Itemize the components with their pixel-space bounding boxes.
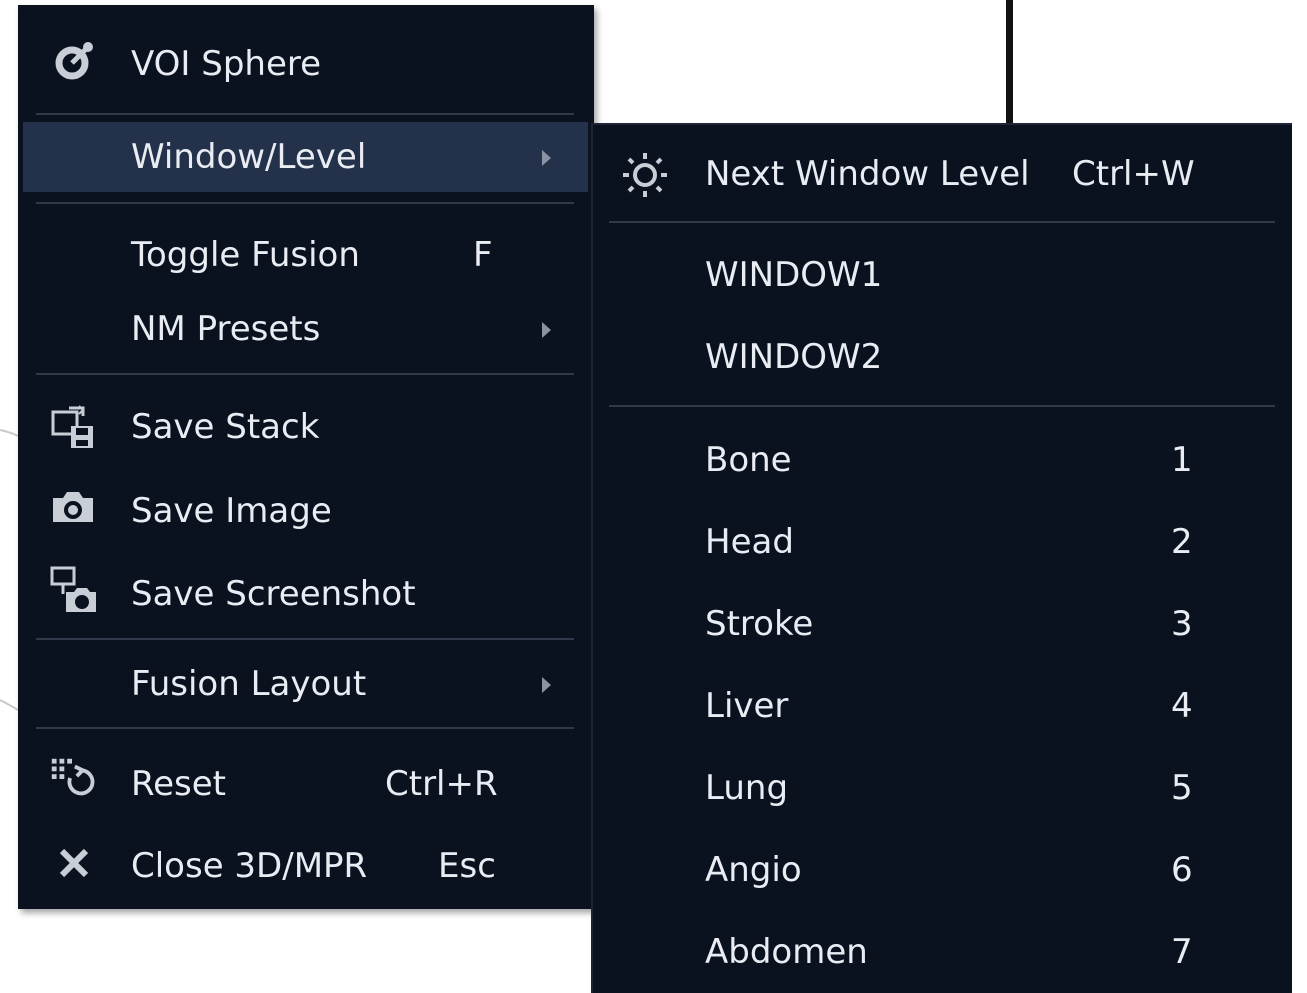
- menu-item-shortcut: F: [473, 235, 493, 275]
- menu-item-shortcut: 4: [1171, 686, 1193, 726]
- brightness-icon: [619, 149, 671, 201]
- screenshot-icon: [48, 564, 100, 616]
- menu-item-nm-presets[interactable]: NM Presets: [18, 297, 594, 361]
- menu-item-label: Head: [705, 522, 794, 562]
- menu-item-label: Abdomen: [705, 932, 868, 972]
- menu-item-voi-sphere[interactable]: VOI Sphere: [18, 35, 594, 95]
- menu-item-shortcut: 1: [1171, 440, 1193, 480]
- menu-item-label: Close 3D/MPR: [131, 846, 368, 886]
- menu-item-toggle-fusion[interactable]: Toggle Fusion F: [18, 223, 594, 287]
- camera-icon: [48, 481, 100, 533]
- menu-item-label: Bone: [705, 440, 792, 480]
- menu-item-label: VOI Sphere: [131, 44, 322, 84]
- menu-item-lung[interactable]: Lung 5: [593, 755, 1292, 819]
- menu-item-stroke[interactable]: Stroke 3: [593, 591, 1292, 655]
- menu-separator: [36, 113, 574, 115]
- menu-item-save-screenshot[interactable]: Save Screenshot: [18, 560, 594, 624]
- menu-item-bone[interactable]: Bone 1: [593, 427, 1292, 491]
- menu-separator: [609, 221, 1275, 223]
- menu-item-angio[interactable]: Angio 6: [593, 837, 1292, 901]
- menu-item-close-3d-mpr[interactable]: Close 3D/MPR Esc: [18, 831, 594, 895]
- submenu-arrow-icon: [542, 150, 551, 166]
- menu-item-label: Fusion Layout: [131, 664, 367, 704]
- menu-item-shortcut: 3: [1171, 604, 1193, 644]
- menu-separator: [609, 405, 1275, 407]
- menu-item-label: Save Image: [131, 491, 332, 531]
- menu-item-abdomen[interactable]: Abdomen 7: [593, 919, 1292, 983]
- menu-separator: [36, 727, 574, 729]
- background-vertical-line: [1006, 0, 1013, 125]
- menu-item-label: Reset: [131, 764, 226, 804]
- menu-item-label: Toggle Fusion: [131, 235, 360, 275]
- save-stack-icon: [48, 401, 100, 453]
- menu-item-reset[interactable]: Reset Ctrl+R: [18, 749, 594, 813]
- menu-item-label: Window/Level: [131, 137, 367, 177]
- menu-item-label: Lung: [705, 768, 789, 808]
- menu-item-liver[interactable]: Liver 4: [593, 673, 1292, 737]
- menu-item-label: Angio: [705, 850, 802, 890]
- menu-item-save-image[interactable]: Save Image: [18, 477, 594, 541]
- menu-item-label: Stroke: [705, 604, 814, 644]
- reset-icon: [46, 753, 98, 805]
- menu-item-shortcut: 2: [1171, 522, 1193, 562]
- menu-item-window1[interactable]: WINDOW1: [593, 243, 1292, 307]
- menu-separator: [36, 202, 574, 204]
- context-menu: VOI Sphere Window/Level Toggle Fusion F …: [18, 5, 594, 909]
- menu-item-shortcut: 7: [1171, 932, 1193, 972]
- submenu-arrow-icon: [542, 677, 551, 693]
- menu-item-window2[interactable]: WINDOW2: [593, 325, 1292, 389]
- menu-item-shortcut: 5: [1171, 768, 1193, 808]
- menu-item-label: Save Stack: [131, 407, 320, 447]
- menu-item-shortcut: Esc: [438, 846, 496, 886]
- menu-item-window-level[interactable]: Window/Level: [18, 125, 594, 189]
- submenu-arrow-icon: [542, 322, 551, 338]
- menu-item-label: Liver: [705, 686, 789, 726]
- menu-item-label: Next Window Level: [705, 154, 1030, 194]
- menu-item-save-stack[interactable]: Save Stack: [18, 395, 594, 459]
- menu-item-label: Save Screenshot: [131, 574, 416, 614]
- menu-item-label: WINDOW1: [705, 255, 883, 295]
- menu-separator: [36, 638, 574, 640]
- menu-item-shortcut: Ctrl+R: [385, 764, 498, 804]
- window-level-submenu: Next Window Level Ctrl+W WINDOW1 WINDOW2…: [591, 123, 1292, 993]
- menu-item-next-window-level[interactable]: Next Window Level Ctrl+W: [593, 143, 1292, 207]
- menu-item-label: WINDOW2: [705, 337, 883, 377]
- voi-sphere-icon: [48, 35, 100, 87]
- menu-item-head[interactable]: Head 2: [593, 509, 1292, 573]
- menu-separator: [36, 373, 574, 375]
- menu-item-shortcut: 6: [1171, 850, 1193, 890]
- menu-item-fusion-layout[interactable]: Fusion Layout: [18, 651, 594, 715]
- menu-item-label: NM Presets: [131, 309, 321, 349]
- close-icon: [48, 837, 100, 889]
- menu-item-shortcut: Ctrl+W: [1072, 154, 1195, 194]
